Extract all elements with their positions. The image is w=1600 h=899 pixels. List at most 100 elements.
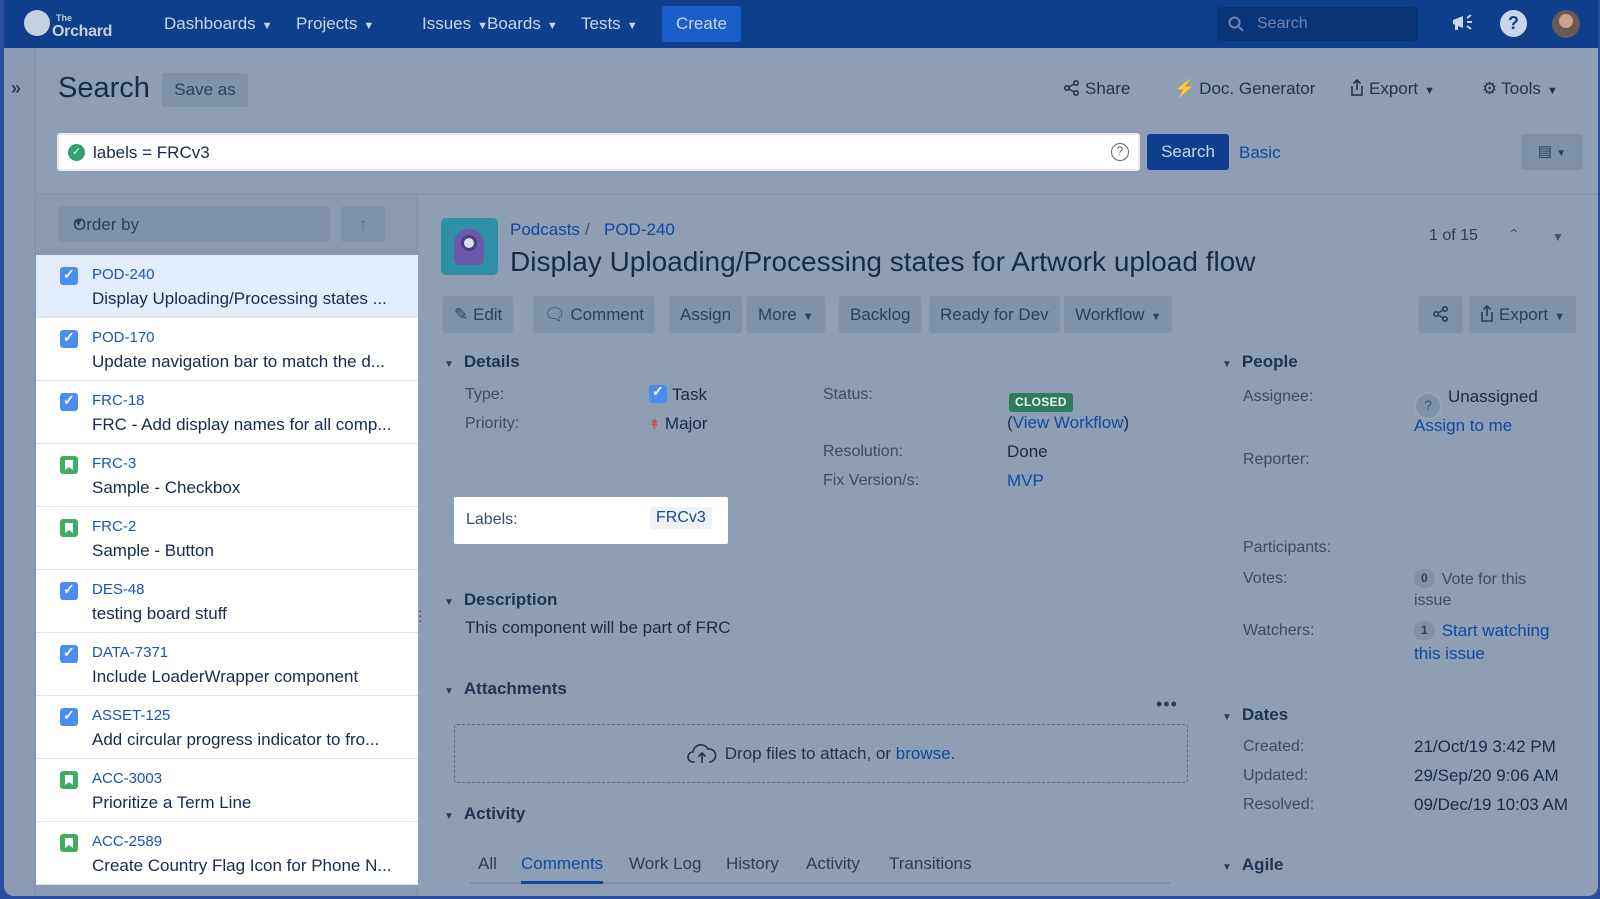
assignee-value-text: Unassigned [1448,387,1538,406]
tab-comments[interactable]: Comments [521,854,604,884]
jql-query-input[interactable]: ✓ labels = FRCv3 ? [57,133,1140,171]
list-item[interactable]: DATA-7371 Include LoaderWrapper componen… [36,633,418,696]
attachments-section-toggle[interactable]: ▼ Attachments [444,679,567,699]
order-by-dropdown[interactable]: Order by ▼ [58,206,330,242]
tab-all[interactable]: All [478,854,497,874]
list-item[interactable]: POD-240 Display Uploading/Processing sta… [36,255,418,318]
issue-key[interactable]: DES-48 [92,581,145,598]
list-item[interactable]: ASSET-125 Add circular progress indicato… [36,696,418,759]
issue-key[interactable]: POD-170 [92,329,155,346]
type-value-text: Task [672,385,707,404]
issue-key[interactable]: ACC-3003 [92,770,162,787]
list-item[interactable]: DES-48 testing board stuff [36,570,418,633]
vote-action[interactable]: 0 Vote for this [1414,569,1526,589]
label-chip[interactable]: FRCv3 [650,507,712,529]
issue-key[interactable]: FRC-2 [92,518,136,535]
issue-key[interactable]: FRC-18 [92,392,145,409]
issue-key[interactable]: DATA-7371 [92,644,168,661]
ready-for-dev-button[interactable]: Ready for Dev [929,296,1060,333]
list-item[interactable]: FRC-2 Sample - Button [36,507,418,570]
list-item[interactable]: FRC-3 Sample - Checkbox [36,444,418,507]
backlog-button[interactable]: Backlog [839,296,922,333]
export-menu-button[interactable]: Export ▼ [1350,78,1435,99]
dates-section-toggle[interactable]: ▼ Dates [1222,705,1288,725]
fix-version-link[interactable]: MVP [1007,471,1044,491]
assign-button[interactable]: Assign [669,296,743,333]
lightning-icon: ⚡ [1174,79,1196,98]
workflow-menu-button[interactable]: Workflow ▼ [1064,296,1173,333]
list-item[interactable]: ACC-2589 Create Country Flag Icon for Ph… [36,822,418,885]
layout-switcher-button[interactable]: ▤ ▼ [1521,134,1583,170]
tab-work-log[interactable]: Work Log [629,854,701,874]
issue-key[interactable]: ACC-2589 [92,833,162,850]
view-workflow-link[interactable]: View Workflow [1013,413,1124,432]
nav-issues[interactable]: Issues ▼ [422,14,488,34]
nav-boards[interactable]: Boards ▼ [487,14,558,34]
chevron-down-icon: ▼ [363,20,375,32]
sort-direction-button[interactable]: ↑ [341,206,385,242]
doc-generator-button[interactable]: ⚡ Doc. Generator [1174,79,1315,99]
drop-files-text: Drop files to attach, or [724,744,896,763]
comment-button[interactable]: 🗨 Comment [533,296,656,333]
notifications-megaphone-icon[interactable] [1449,10,1475,41]
status-label: Status: [823,386,873,403]
help-icon[interactable]: ? [1500,10,1527,37]
description-text[interactable]: This component will be part of FRC [465,618,731,638]
description-section-toggle[interactable]: ▼ Description [444,590,557,610]
issue-key[interactable]: FRC-3 [92,455,136,472]
global-search-placeholder: Search [1257,15,1308,32]
watch-text-line-1: Start watching [1441,621,1550,640]
resolved-label: Resolved: [1243,796,1315,813]
tab-activity[interactable]: Activity [806,854,860,874]
breadcrumb-project[interactable]: Podcasts [510,220,580,240]
vote-text-line-2: issue [1414,592,1452,609]
people-section-toggle[interactable]: ▼ People [1222,352,1298,372]
more-options-icon[interactable]: ••• [1156,694,1178,715]
assign-to-me-link[interactable]: Assign to me [1414,416,1512,436]
search-button[interactable]: Search [1147,134,1229,170]
issue-key[interactable]: ASSET-125 [92,707,170,724]
orchard-logo[interactable]: The Orchard [24,6,124,42]
list-item[interactable]: POD-170 Update navigation bar to match t… [36,318,418,381]
panel-resize-handle[interactable]: · · · [418,603,423,627]
activity-section-toggle[interactable]: ▼ Activity [444,804,525,824]
basic-search-link[interactable]: Basic [1239,143,1281,163]
agile-section-toggle[interactable]: ▼ Agile [1222,855,1283,875]
priority-value: ↟ Major [649,414,707,434]
export-issue-button[interactable]: Export ▼ [1469,296,1577,333]
save-as-button[interactable]: Save as [162,73,248,107]
tab-transitions[interactable]: Transitions [889,854,972,874]
create-button[interactable]: Create [662,6,741,42]
list-item[interactable]: ACC-3003 Prioritize a Term Line [36,759,418,822]
people-heading: People [1241,352,1298,371]
share-issue-button[interactable] [1419,296,1463,333]
nav-tests-label: Tests [581,14,621,33]
watch-text-line-2[interactable]: this issue [1414,644,1485,664]
expand-sidebar-icon[interactable]: » [11,78,21,99]
breadcrumb-issue-key[interactable]: POD-240 [604,220,675,240]
list-item[interactable]: FRC-18 FRC - Add display names for all c… [36,381,418,444]
share-button[interactable]: Share [1063,79,1130,99]
activity-tabs: All Comments Work Log History Activity T… [470,838,1170,884]
nav-dashboards[interactable]: Dashboards ▼ [164,14,273,34]
issue-key[interactable]: POD-240 [92,266,155,283]
tools-menu-button[interactable]: ⚙ Tools ▼ [1482,79,1558,99]
share-icon [1432,305,1449,323]
attachment-dropzone[interactable]: Drop files to attach, or browse. [454,724,1188,783]
gear-icon: ⚙ [1482,79,1498,98]
more-menu-button[interactable]: More ▼ [747,296,825,333]
tab-history[interactable]: History [726,854,779,874]
story-type-icon [60,456,78,474]
edit-button[interactable]: ✎ Edit [443,296,514,333]
task-type-icon [60,707,78,726]
watch-action[interactable]: 1 Start watching [1414,621,1549,641]
nav-tests[interactable]: Tests ▼ [581,14,638,34]
nav-projects[interactable]: Projects ▼ [296,14,374,34]
previous-issue-icon[interactable]: ⌃ [1508,226,1520,243]
details-section-toggle[interactable]: ▼ Details [444,352,520,372]
global-search-input[interactable]: Search [1217,7,1418,41]
user-avatar[interactable] [1552,10,1580,38]
browse-link[interactable]: browse [896,744,951,763]
query-help-icon[interactable]: ? [1111,143,1129,161]
next-issue-icon[interactable]: ▼ [1552,230,1564,244]
